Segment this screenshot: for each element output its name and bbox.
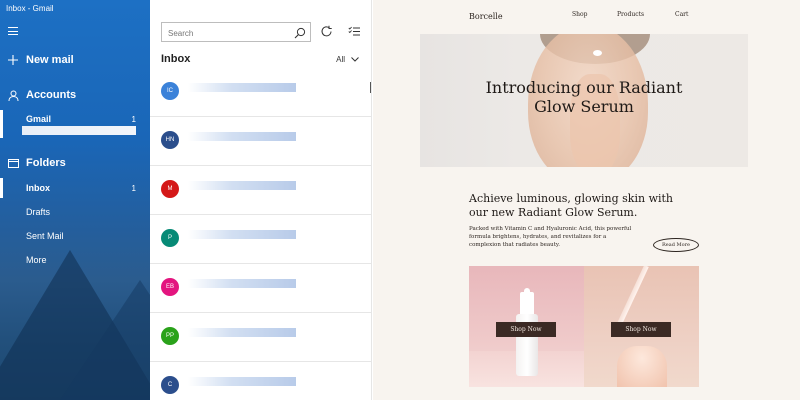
list-item[interactable]: PP <box>150 313 372 362</box>
list-item[interactable]: P <box>150 215 372 264</box>
search-icon[interactable] <box>294 26 306 39</box>
nav-link-products[interactable]: Products <box>617 11 644 18</box>
scrollbar[interactable] <box>370 82 371 93</box>
avatar: M <box>161 180 179 198</box>
list-title: Inbox <box>161 53 191 65</box>
list-item[interactable]: IC <box>150 68 372 117</box>
chevron-down-icon <box>351 55 359 64</box>
avatar: C <box>161 376 179 394</box>
product-card-serum: Shop Now <box>469 266 584 387</box>
body-line: complexion that radiates beauty. <box>469 242 561 248</box>
avatar: HN <box>161 131 179 149</box>
avatar: IC <box>161 82 179 100</box>
window-title: Inbox - Gmail <box>6 4 54 13</box>
reading-pane: Borcelle Shop Products Cart Introducing … <box>373 0 800 400</box>
sidebar-item-drafts[interactable]: Drafts <box>0 206 150 218</box>
search-input[interactable] <box>162 24 287 43</box>
sidebar-item-inbox[interactable]: Inbox 1 <box>0 182 150 194</box>
sender-redacted <box>188 328 296 337</box>
folders-header[interactable]: Folders <box>0 156 150 170</box>
nav-link-cart[interactable]: Cart <box>675 11 688 18</box>
headline-line: our new Radiant Glow Serum. <box>469 206 638 219</box>
hero-title-line: Introducing our Radiant <box>485 78 683 97</box>
sidebar-item-label: Sent Mail <box>26 231 64 241</box>
sender-redacted <box>188 83 296 92</box>
hero-image-cream <box>593 50 602 56</box>
shop-now-button[interactable]: Shop Now <box>611 322 671 337</box>
search-box[interactable] <box>161 22 311 43</box>
account-unread-count: 1 <box>131 114 136 124</box>
filter-label: All <box>336 55 345 64</box>
selection-mode-icon[interactable] <box>347 24 361 38</box>
product-image-dropper <box>614 266 649 331</box>
product-image-jar <box>617 346 667 387</box>
sidebar-item-label: Inbox <box>26 183 50 193</box>
filter-dropdown[interactable]: All <box>336 55 359 64</box>
new-mail-label: New mail <box>26 54 74 66</box>
account-email-redacted <box>22 126 136 135</box>
avatar: EB <box>161 278 179 296</box>
sidebar-item-sent-mail[interactable]: Sent Mail <box>0 230 150 242</box>
headline-line: Achieve luminous, glowing skin with <box>469 192 674 205</box>
new-mail-button[interactable]: New mail <box>0 53 150 67</box>
hero-title-line: Glow Serum <box>534 97 634 116</box>
product-card-dropper: Shop Now <box>584 266 699 387</box>
body-line: formula brightens, hydrates, and revital… <box>469 234 607 240</box>
sync-icon[interactable] <box>319 24 333 38</box>
hero-banner: Introducing our Radiant Glow Serum <box>420 34 748 167</box>
inbox-unread-count: 1 <box>131 183 136 193</box>
folders-label: Folders <box>26 157 66 169</box>
background-mountain <box>60 280 150 400</box>
account-gmail[interactable]: Gmail 1 <box>0 113 150 125</box>
sender-redacted <box>188 181 296 190</box>
list-item[interactable]: HN <box>150 117 372 166</box>
list-item[interactable]: M <box>150 166 372 215</box>
product-image-bottle-cap <box>520 292 534 316</box>
read-more-button[interactable]: Read More <box>653 238 699 252</box>
body-copy: Packed with Vitamin C and Hyaluronic Aci… <box>469 225 649 249</box>
accounts-header[interactable]: Accounts <box>0 88 150 102</box>
sender-redacted <box>188 230 296 239</box>
person-icon <box>7 89 19 101</box>
hero-title: Introducing our Radiant Glow Serum <box>420 78 748 116</box>
message-list-pane: Inbox All IC HN M P EB PP C <box>150 0 372 400</box>
brand-logo[interactable]: Borcelle <box>469 12 503 21</box>
sender-redacted <box>188 279 296 288</box>
shop-now-button[interactable]: Shop Now <box>496 322 556 337</box>
avatar: P <box>161 229 179 247</box>
headline: Achieve luminous, glowing skin with our … <box>469 192 699 220</box>
list-item[interactable]: C <box>150 362 372 400</box>
body-line: Packed with Vitamin C and Hyaluronic Aci… <box>469 226 632 232</box>
avatar: PP <box>161 327 179 345</box>
nav-link-shop[interactable]: Shop <box>572 11 587 18</box>
sidebar-item-label: Drafts <box>26 207 51 217</box>
sidebar-item-label: More <box>26 255 47 265</box>
sender-redacted <box>188 132 296 141</box>
sender-redacted <box>188 377 296 386</box>
plus-icon <box>7 54 19 66</box>
accounts-label: Accounts <box>26 89 77 101</box>
hamburger-menu-icon[interactable] <box>8 27 18 35</box>
account-name: Gmail <box>26 114 52 124</box>
sidebar-item-more[interactable]: More <box>0 254 150 266</box>
folder-icon <box>7 157 19 169</box>
sidebar: Inbox - Gmail New mail Accounts Gmail 1 … <box>0 0 150 400</box>
list-item[interactable]: EB <box>150 264 372 313</box>
